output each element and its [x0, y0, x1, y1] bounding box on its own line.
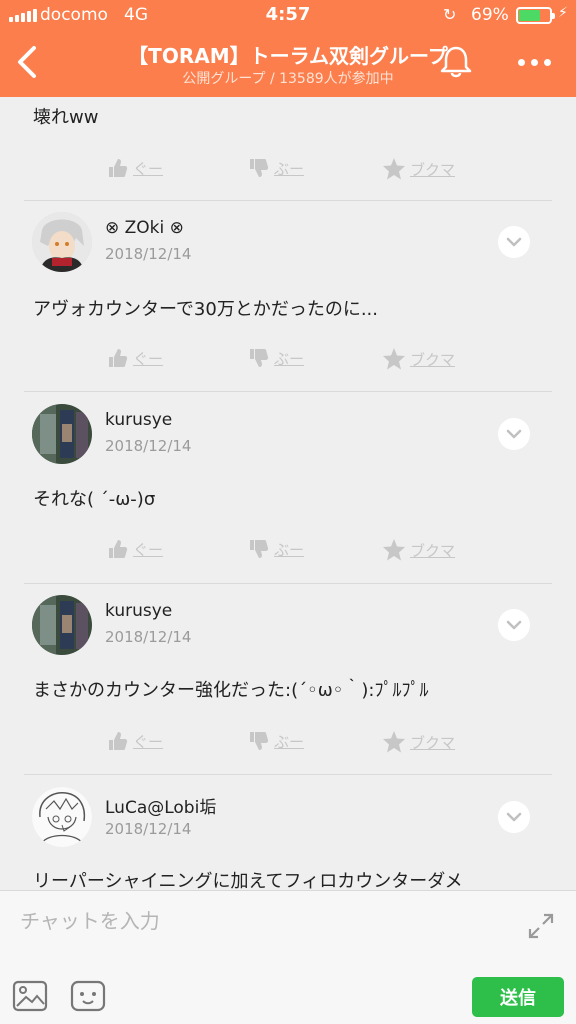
avatar[interactable] — [32, 595, 92, 655]
divider — [24, 200, 552, 201]
chevron-down-icon[interactable] — [498, 609, 530, 641]
post-date: 2018/12/14 — [105, 628, 192, 646]
reaction-bar: ぐー ぶー ブクマ — [0, 157, 576, 187]
avatar[interactable] — [32, 212, 92, 272]
username[interactable]: kurusye — [105, 601, 172, 621]
message-text: リーパーシャイニングに加えてフィロカウンターダメ — [33, 871, 463, 890]
thumbs-up-icon — [109, 349, 128, 367]
post-header: kurusye 2018/12/14 — [0, 404, 576, 468]
star-icon — [383, 731, 405, 753]
star-icon — [383, 158, 405, 180]
charging-icon: ⚡︎ — [558, 5, 568, 21]
post-header: ⊗ ZOki ⊗ 2018/12/14 — [0, 212, 576, 276]
avatar[interactable] — [32, 404, 92, 464]
boo-button[interactable]: ぶー — [248, 157, 304, 179]
boo-button[interactable]: ぶー — [248, 730, 304, 752]
good-button[interactable]: ぐー — [107, 730, 163, 752]
thumbs-up-icon — [109, 540, 128, 558]
chat-feed[interactable]: 壊れww ぐー ぶー ブクマ ⊗ ZOki ⊗ 2018/12/14 アヴォカウ… — [0, 97, 576, 890]
app-header: docomo 4G 4:57 ↻ 69% ⚡︎ 【TORAM】トーラム双剣グルー… — [0, 0, 576, 97]
divider — [24, 774, 552, 775]
back-arrow-icon[interactable] — [8, 42, 48, 82]
chevron-down-icon[interactable] — [498, 801, 530, 833]
chevron-down-icon[interactable] — [498, 418, 530, 450]
thumbs-down-icon — [250, 540, 269, 558]
post-header: kurusye 2018/12/14 — [0, 595, 576, 659]
image-icon[interactable] — [12, 979, 48, 1013]
chat-composer: 送信 — [0, 890, 576, 1024]
message-text: それな( ´-ω-)σ — [33, 489, 156, 510]
username[interactable]: LuCa@Lobi垢 — [105, 793, 216, 818]
thumbs-up-icon — [109, 732, 128, 750]
username[interactable]: kurusye — [105, 410, 172, 430]
group-subtitle: 公開グループ / 13589人が参加中 — [182, 71, 394, 87]
boo-button[interactable]: ぶー — [248, 538, 304, 560]
reaction-bar: ぐー ぶー ブクマ — [0, 347, 576, 377]
bell-icon[interactable] — [436, 42, 476, 82]
send-button[interactable]: 送信 — [472, 977, 564, 1017]
good-button[interactable]: ぐー — [107, 347, 163, 369]
username[interactable]: ⊗ ZOki ⊗ — [105, 218, 184, 238]
battery-fill — [519, 10, 540, 21]
boo-button[interactable]: ぶー — [248, 347, 304, 369]
post-date: 2018/12/14 — [105, 245, 192, 263]
sticker-icon[interactable] — [70, 979, 106, 1013]
star-icon — [383, 348, 405, 370]
reaction-bar: ぐー ぶー ブクマ — [0, 730, 576, 760]
battery-percent: 69% — [471, 5, 509, 25]
more-options-icon[interactable] — [512, 50, 556, 74]
bookmark-button[interactable]: ブクマ — [382, 347, 455, 371]
chevron-down-icon[interactable] — [498, 226, 530, 258]
post-header: LuCa@Lobi垢 2018/12/14 — [0, 787, 576, 851]
thumbs-up-icon — [109, 159, 128, 177]
good-button[interactable]: ぐー — [107, 538, 163, 560]
thumbs-down-icon — [250, 732, 269, 750]
message-text: まさかのカウンター強化だった:(´◦ω◦｀):ﾌﾟﾙﾌﾟﾙ — [33, 680, 429, 701]
expand-icon[interactable] — [526, 911, 556, 941]
thumbs-down-icon — [250, 349, 269, 367]
orientation-lock-icon: ↻ — [443, 5, 457, 24]
status-bar: docomo 4G 4:57 ↻ 69% ⚡︎ — [0, 0, 576, 32]
avatar[interactable] — [32, 787, 92, 847]
nav-bar: 【TORAM】トーラム双剣グループ 公開グループ / 13589人が参加中 — [0, 32, 576, 97]
post-date: 2018/12/14 — [105, 820, 192, 838]
bookmark-button[interactable]: ブクマ — [382, 730, 455, 754]
battery-icon — [516, 7, 555, 24]
bookmark-button[interactable]: ブクマ — [382, 538, 455, 562]
chat-input[interactable] — [0, 891, 520, 951]
thumbs-down-icon — [250, 159, 269, 177]
good-button[interactable]: ぐー — [107, 157, 163, 179]
reaction-bar: ぐー ぶー ブクマ — [0, 538, 576, 568]
group-title: 【TORAM】トーラム双剣グループ — [128, 44, 448, 68]
bookmark-button[interactable]: ブクマ — [382, 157, 455, 181]
divider — [24, 391, 552, 392]
message-text: アヴォカウンターで30万とかだったのに... — [33, 299, 378, 320]
divider — [24, 583, 552, 584]
post-date: 2018/12/14 — [105, 437, 192, 455]
message-text: 壊れww — [33, 107, 99, 128]
star-icon — [383, 539, 405, 561]
